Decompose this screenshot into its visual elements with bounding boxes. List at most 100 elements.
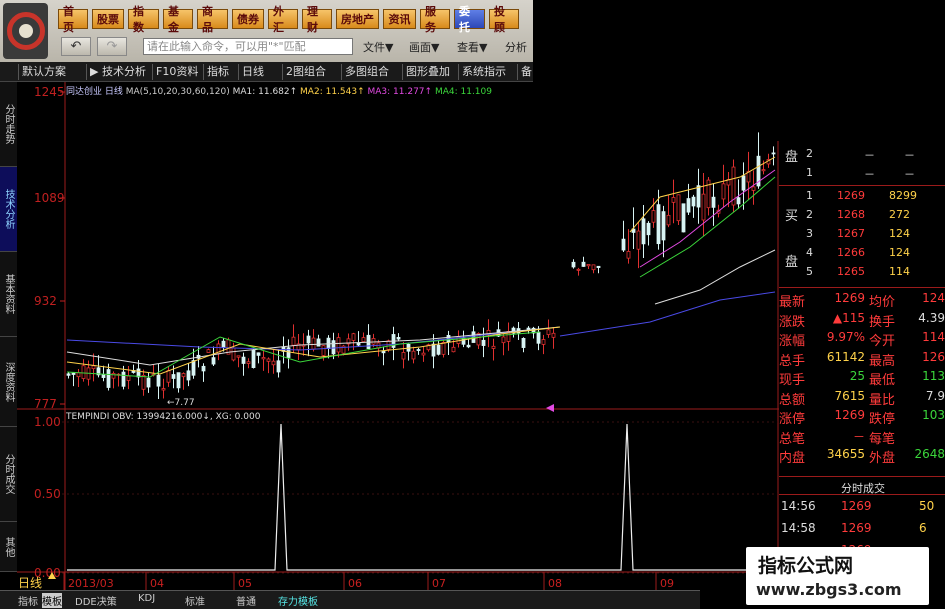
menu-look[interactable]: 查看▼ <box>457 39 487 55</box>
menu-button-7[interactable]: 理财 <box>302 5 332 34</box>
back-button[interactable]: ↶ <box>61 37 91 56</box>
candle-body <box>591 264 596 271</box>
candle-body <box>466 344 471 348</box>
quote-label-right: 量比 <box>869 392 896 408</box>
watermark-url: www.zbgs3.com <box>756 580 902 599</box>
menu-analysis[interactable]: 分析 <box>505 39 527 55</box>
candle-body <box>231 347 236 361</box>
trade-volume: 50 <box>919 499 935 513</box>
candle-body <box>691 196 696 207</box>
ma4-value: MA4: 11.109 <box>434 87 492 97</box>
candle-body <box>626 251 631 259</box>
sell-level: 1 <box>806 166 813 179</box>
candle-body <box>411 350 416 360</box>
toolbar-item-0[interactable]: 默认方案 <box>18 64 69 80</box>
candle-body <box>176 372 181 389</box>
sell-level: 2 <box>806 147 813 160</box>
quote-label-right: 每笔 <box>869 431 896 447</box>
app-logo[interactable] <box>3 3 48 59</box>
candle-body <box>336 337 341 353</box>
candle-body <box>696 185 701 208</box>
command-input[interactable]: 请在此输入命令，可以用"*"匹配 <box>143 38 353 55</box>
candle-body <box>111 373 116 379</box>
candle-body <box>101 374 106 378</box>
menu-button-1[interactable]: 股票 <box>92 9 124 29</box>
menu-view[interactable]: 画面▼ <box>409 39 439 55</box>
buy-price: 1269 <box>837 189 865 202</box>
quote-value: 61142 <box>826 349 865 364</box>
candle-body <box>451 346 456 353</box>
buy-quote-divider <box>779 287 945 288</box>
price-axis-label-1: 1089 <box>34 191 65 205</box>
candle-body <box>191 360 196 376</box>
sell-price: － <box>864 168 875 181</box>
menu-button-2[interactable]: 指数 <box>128 5 159 34</box>
menu-button-8[interactable]: 房地产 <box>336 9 379 29</box>
candle-body <box>146 377 151 388</box>
price-axis-label-3: 777 <box>34 397 57 411</box>
bottom-tab-0[interactable]: 指标 <box>18 593 38 608</box>
candle-body <box>761 169 766 172</box>
menu-button-0[interactable]: 首页 <box>58 5 88 34</box>
menu-button-3[interactable]: 基金 <box>163 5 193 34</box>
forward-button[interactable]: ↷ <box>97 37 127 56</box>
buy-volume: 124 <box>889 227 910 240</box>
indicator-info: TEMPINDI OBV: 13994216.000↓, XG: 0.000 <box>66 412 261 422</box>
candle-body <box>416 349 421 351</box>
menu-button-10[interactable]: 服务 <box>420 5 450 34</box>
bottom-tab-1[interactable]: 模板 <box>42 593 62 608</box>
menu-button-9[interactable]: 资讯 <box>383 9 416 29</box>
buy-level: 3 <box>806 227 813 240</box>
toolbar-item-2[interactable]: F10资料 <box>152 64 201 80</box>
bottom-tab-2[interactable]: DDE决策 <box>75 593 117 608</box>
quote-value: 34655 <box>826 447 865 461</box>
x-axis-label-3: 06 <box>348 577 362 590</box>
quote-label: 涨停 <box>779 412 806 427</box>
forward-arrow-icon: ↷ <box>106 39 118 54</box>
menu-button-6[interactable]: 外汇 <box>268 5 298 34</box>
trades-title-divider <box>779 494 945 495</box>
quote-value: 25 <box>849 369 865 383</box>
quote-label-right: 最低 <box>869 373 896 388</box>
toolbar-item-3[interactable]: 指标 <box>203 64 232 80</box>
candle-body <box>186 370 191 381</box>
candle-body <box>266 358 271 362</box>
candle-body <box>576 268 581 271</box>
buy-volume: 124 <box>889 246 910 259</box>
buy-volume: 272 <box>889 208 910 221</box>
toolbar-item-5[interactable]: 2图组合 <box>282 64 329 80</box>
candle-body <box>481 339 486 346</box>
ma-params: MA(5,10,20,30,60,120) <box>125 87 230 97</box>
indicator-axis-label-0: 1.00 <box>34 415 61 429</box>
bottom-tab-6[interactable]: 存力模板 <box>278 593 318 608</box>
candle-body <box>66 373 71 376</box>
trade-price: 1269 <box>841 521 872 535</box>
buy-level: 1 <box>806 189 813 202</box>
bottom-tab-5[interactable]: 普通 <box>236 593 256 608</box>
toolbar-item-7[interactable]: 图形叠加 <box>402 64 453 80</box>
menu-button-4[interactable]: 商品 <box>197 5 228 34</box>
candle-body <box>371 338 376 345</box>
menu-button-5[interactable]: 债券 <box>232 9 264 29</box>
bottom-tab-4[interactable]: 标准 <box>185 593 205 608</box>
menu-button-11[interactable]: 委托 <box>454 5 485 34</box>
candle-body <box>701 193 706 221</box>
menu-button-12[interactable]: 投顾 <box>489 5 519 34</box>
toolbar-item-1[interactable]: ▶ 技术分析 <box>86 64 149 80</box>
candle-body <box>571 261 576 268</box>
quote-trades-divider <box>779 476 945 477</box>
candle-body <box>246 361 251 364</box>
toolbar-item-9[interactable]: 备 <box>517 64 535 80</box>
quote-value-right: 4.39 <box>918 310 945 325</box>
bottom-tab-3[interactable]: KDJ <box>138 593 155 604</box>
candle-body <box>361 337 366 343</box>
menu-file[interactable]: 文件▼ <box>363 39 393 55</box>
candle-body <box>441 341 446 355</box>
candle-body <box>106 369 111 388</box>
toolbar-item-4[interactable]: 日线 <box>238 64 267 80</box>
toolbar-item-8[interactable]: 系统指示 <box>458 64 509 80</box>
candle-body <box>71 372 76 375</box>
candle-body <box>721 183 726 200</box>
toolbar-item-6[interactable]: 多图组合 <box>341 64 392 80</box>
candle-body <box>201 365 206 372</box>
